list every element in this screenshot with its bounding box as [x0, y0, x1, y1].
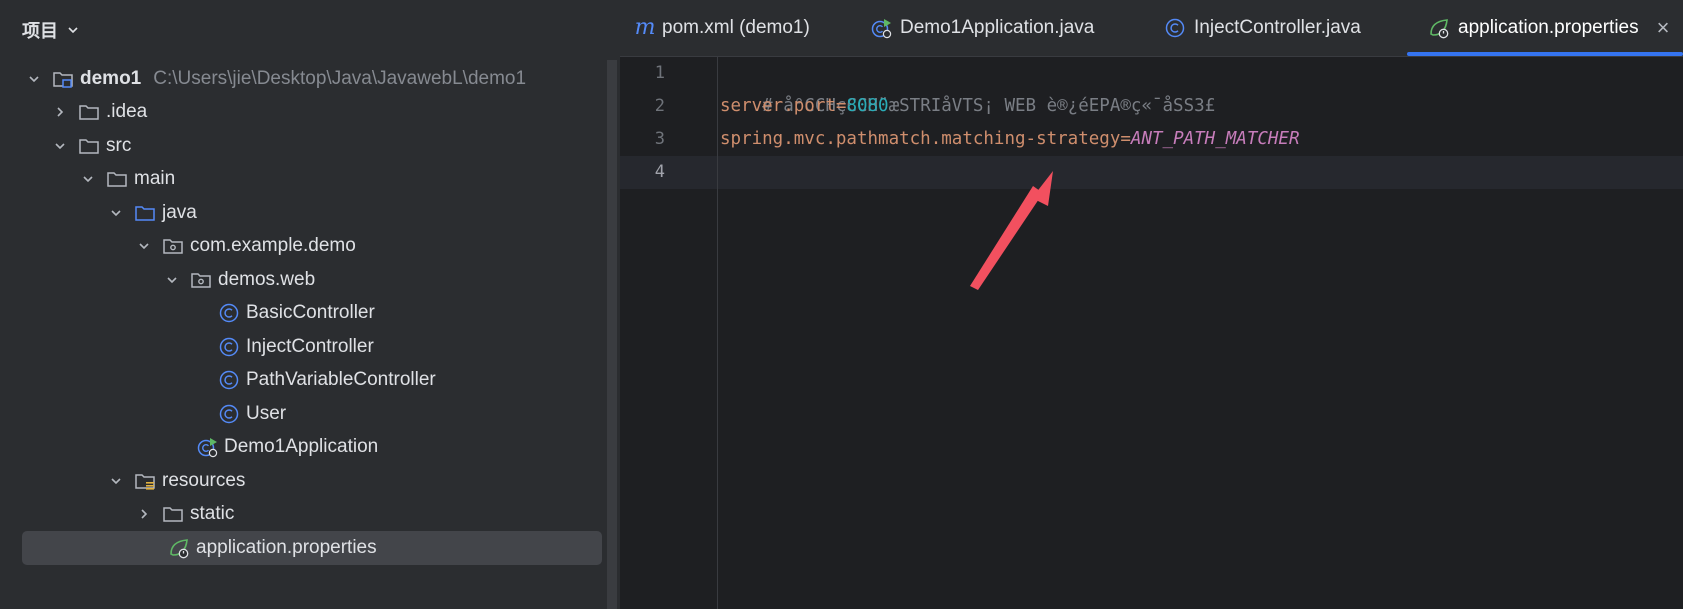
property-key: spring.mvc.pathmatch.matching-strategy — [720, 129, 1121, 149]
module-path: C:\Users\jie\Desktop\Java\JavawebL\demo1 — [153, 68, 527, 89]
tree-item-resources[interactable]: resources — [0, 464, 708, 498]
spring-properties-icon — [1428, 17, 1450, 39]
tree-item-label: PathVariableController — [246, 369, 436, 390]
chevron-down-icon[interactable] — [80, 171, 96, 187]
tab-demo1-application[interactable]: Demo1Application.java — [870, 0, 1094, 56]
maven-icon: m — [634, 15, 656, 40]
tree-item-label: demos.web — [218, 269, 316, 290]
chevron-down-icon[interactable] — [164, 272, 180, 288]
project-view-dropdown[interactable]: 项目 — [22, 16, 80, 44]
class-icon — [218, 302, 240, 324]
tree-item-label: com.example.demo — [190, 235, 356, 256]
tree-item-label: demo1 — [80, 68, 142, 89]
equals-sign: = — [1120, 129, 1131, 149]
folder-icon — [78, 101, 100, 123]
resources-folder-icon — [134, 470, 156, 492]
tree-item-label: .idea — [106, 101, 148, 122]
line-number: 2 — [654, 96, 665, 116]
tree-item-java[interactable]: java — [0, 196, 708, 230]
current-line-highlight — [620, 156, 1683, 189]
tree-scrollbar[interactable] — [607, 60, 617, 609]
class-icon — [218, 336, 240, 358]
tree-item-label: application.properties — [196, 537, 377, 558]
code-editor[interactable]: 1 2 3 4 # å°CCHçCCH¨æSTRIåVTS¡ WEB è®¿éE… — [620, 57, 1683, 609]
chevron-down-icon[interactable] — [108, 473, 124, 489]
chevron-right-icon[interactable] — [136, 506, 152, 522]
chevron-down-icon[interactable] — [26, 71, 42, 87]
project-panel: 项目 demo1 C:\Users\jie\Desktop\Java\Javaw… — [0, 0, 620, 609]
folder-icon — [78, 135, 100, 157]
close-icon[interactable]: × — [1657, 15, 1670, 41]
class-icon — [1164, 17, 1186, 39]
tree-item-label: java — [162, 202, 197, 223]
tab-label: application.properties — [1458, 17, 1639, 38]
chevron-down-icon[interactable] — [108, 205, 124, 221]
tree-item-label: resources — [162, 470, 246, 491]
property-value: 8080 — [846, 96, 889, 116]
spring-properties-icon — [168, 537, 190, 559]
tree-item-label: Demo1Application — [224, 436, 379, 457]
active-tab-indicator — [1407, 52, 1683, 56]
panel-title: 项目 — [22, 21, 58, 41]
tab-inject-controller[interactable]: InjectController.java — [1164, 0, 1361, 56]
tree-item-demo1[interactable]: demo1 C:\Users\jie\Desktop\Java\JavawebL… — [0, 62, 626, 96]
tab-application-properties[interactable]: application.properties × — [1428, 0, 1669, 56]
line-number: 3 — [654, 129, 665, 149]
property-value: ANT_PATH_MATCHER — [1130, 129, 1300, 149]
package-icon — [162, 235, 184, 257]
code-line-3: spring.mvc.pathmatch.matching-strategy=A… — [720, 123, 1300, 156]
tree-item-application-properties[interactable]: application.properties — [22, 531, 602, 565]
chevron-down-icon — [68, 27, 78, 34]
tree-item-label: User — [246, 403, 287, 424]
class-icon — [218, 403, 240, 425]
spring-app-icon — [870, 17, 892, 39]
tab-label: InjectController.java — [1194, 17, 1361, 38]
chevron-right-icon[interactable] — [52, 104, 68, 120]
tree-item-src[interactable]: src — [0, 129, 652, 163]
package-icon — [190, 269, 212, 291]
line-number-gutter: 1 2 3 4 — [620, 57, 718, 609]
tree-item-label: InjectController — [246, 336, 374, 357]
tab-label: pom.xml (demo1) — [662, 17, 810, 38]
chevron-down-icon[interactable] — [52, 138, 68, 154]
spring-app-icon — [196, 436, 218, 458]
equals-sign: = — [835, 96, 847, 116]
chevron-down-icon[interactable] — [136, 238, 152, 254]
code-line-2: server.port=8080 — [720, 90, 889, 123]
tree-item-main[interactable]: main — [0, 162, 680, 196]
class-icon — [218, 369, 240, 391]
folder-icon — [106, 168, 128, 190]
property-key: server.port — [720, 96, 836, 116]
tree-item-label: main — [134, 168, 176, 189]
tree-item-label: BasicController — [246, 302, 375, 323]
tab-label: Demo1Application.java — [900, 17, 1095, 38]
folder-icon — [162, 503, 184, 525]
tree-item-label: static — [190, 503, 235, 524]
code-line-1: # å°CCHçCCH¨æSTRIåVTS¡ WEB è®¿éEPA®ç«¯åS… — [720, 57, 1215, 116]
tree-item-idea[interactable]: .idea — [0, 95, 652, 129]
tree-item-label: src — [106, 135, 132, 156]
tab-pom-xml[interactable]: m pom.xml (demo1) — [634, 0, 810, 56]
source-folder-icon — [134, 202, 156, 224]
line-number: 4 — [654, 162, 665, 182]
line-number: 1 — [654, 63, 665, 83]
module-folder-icon — [52, 68, 74, 90]
